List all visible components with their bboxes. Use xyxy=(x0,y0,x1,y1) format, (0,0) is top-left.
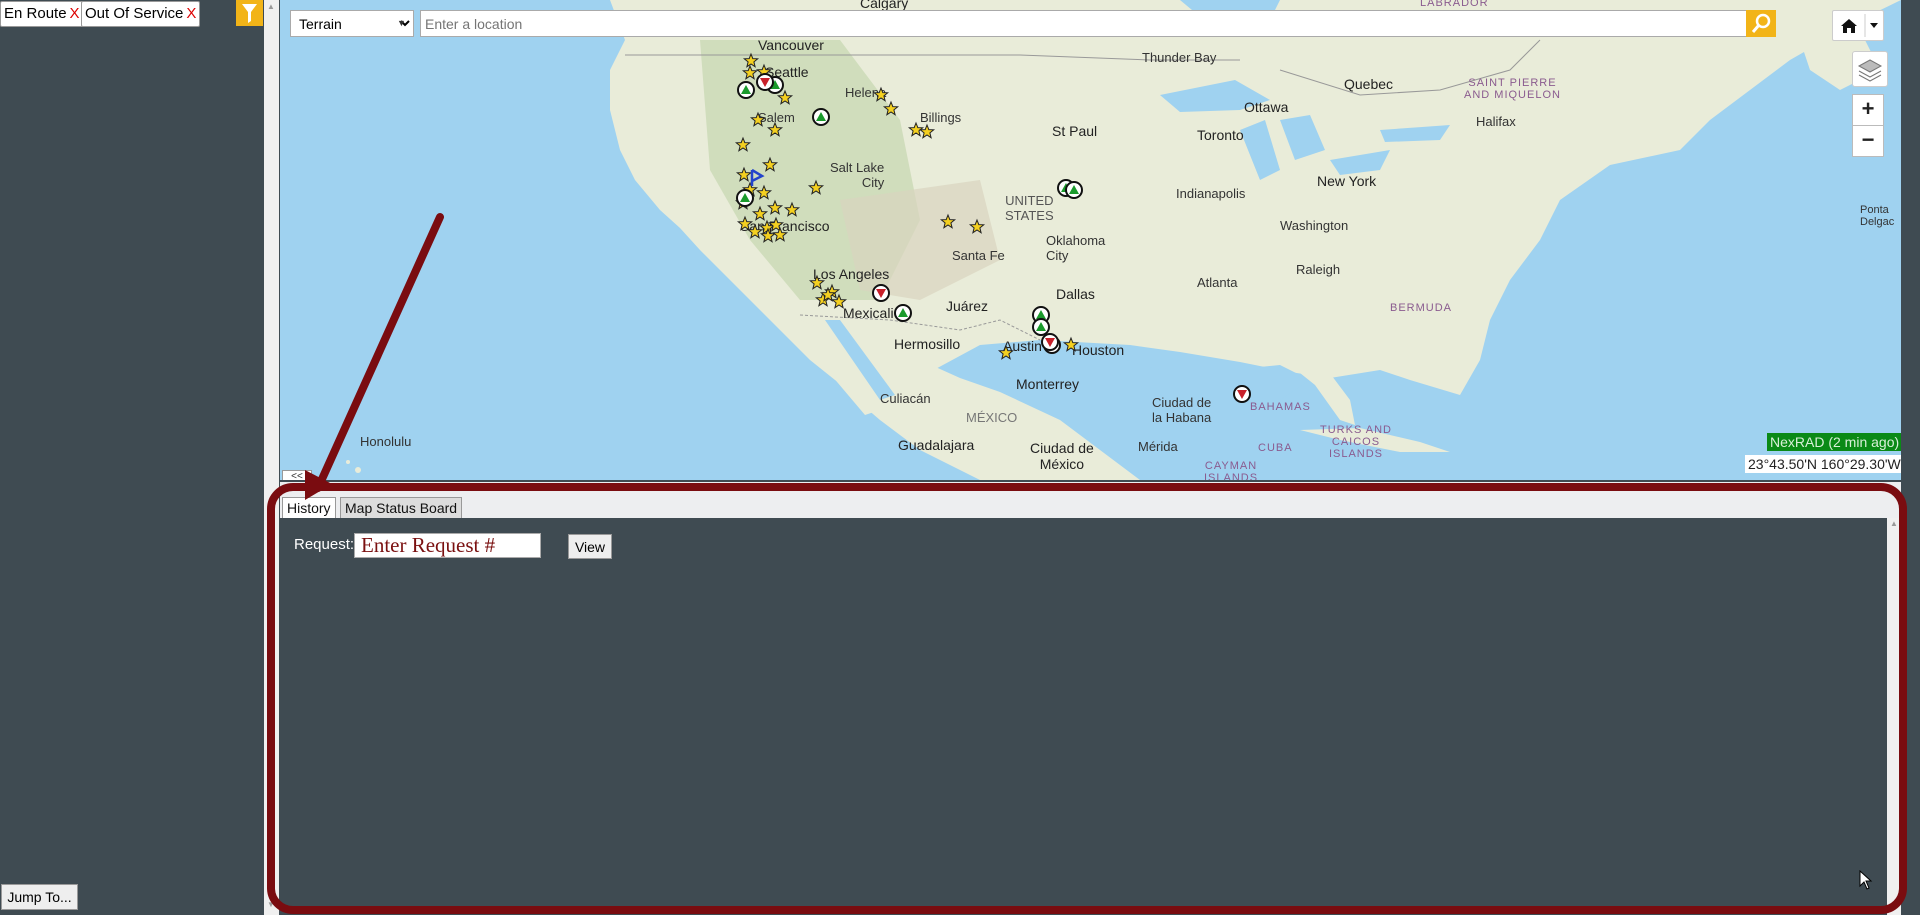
search-icon xyxy=(1751,13,1771,33)
filter-chip-out-of-service[interactable]: Out Of Service X xyxy=(81,1,201,27)
scroll-down-icon[interactable]: ▼ xyxy=(267,900,275,909)
scroll-up-icon[interactable]: ▲ xyxy=(1890,519,1898,528)
unit-available-marker-icon[interactable] xyxy=(736,189,754,207)
unit-star-marker-icon[interactable] xyxy=(776,89,794,105)
unit-star-marker-icon[interactable] xyxy=(751,205,769,221)
filter-chip-label: En Route xyxy=(4,5,67,22)
unit-star-marker-icon[interactable] xyxy=(742,52,760,68)
unit-markers-layer xyxy=(734,52,1251,403)
unit-star-marker-icon[interactable] xyxy=(783,201,801,217)
unit-star-marker-icon[interactable] xyxy=(872,86,890,102)
unit-out-of-service-marker-icon[interactable] xyxy=(756,73,774,91)
unit-star-marker-icon[interactable] xyxy=(736,215,754,231)
coordinate-readout: 23°43.50'N 160°29.30'W xyxy=(1745,455,1901,473)
layers-button[interactable] xyxy=(1852,51,1888,87)
request-label: Request: xyxy=(294,536,355,553)
home-button[interactable] xyxy=(1832,10,1884,41)
map-view[interactable]: Calgary Vancouver Seattle Salem Helena B… xyxy=(280,0,1901,480)
unit-star-marker-icon[interactable] xyxy=(918,123,936,139)
mouse-cursor-icon xyxy=(1859,870,1873,890)
zoom-out-button[interactable]: − xyxy=(1852,125,1884,157)
tab-map-status-board[interactable]: Map Status Board xyxy=(340,497,463,519)
unit-star-marker-icon[interactable] xyxy=(749,111,767,127)
filter-icon xyxy=(242,4,257,23)
home-icon xyxy=(1841,14,1878,37)
left-sidebar: En Route X Out Of Service X Jump To... xyxy=(0,0,263,915)
unit-star-marker-icon[interactable] xyxy=(771,226,789,242)
unit-star-marker-icon[interactable] xyxy=(766,121,784,137)
unit-star-marker-icon[interactable] xyxy=(755,184,773,200)
layers-icon xyxy=(1857,59,1883,82)
unit-available-marker-icon[interactable] xyxy=(894,304,912,322)
view-button[interactable]: View xyxy=(568,534,612,559)
remove-filter-icon[interactable]: X xyxy=(70,5,80,22)
jump-to-button[interactable]: Jump To... xyxy=(1,884,78,910)
unit-star-marker-icon[interactable] xyxy=(882,100,900,116)
unit-available-marker-icon[interactable] xyxy=(737,81,755,99)
unit-available-marker-icon[interactable] xyxy=(1032,318,1050,336)
filter-chip-label: Out Of Service xyxy=(85,5,184,22)
unit-out-of-service-marker-icon[interactable] xyxy=(1233,385,1251,403)
unit-star-marker-icon[interactable] xyxy=(766,199,784,215)
scroll-up-icon[interactable]: ▲ xyxy=(267,2,275,11)
chevron-down-icon: ▼ xyxy=(397,18,406,28)
unit-star-marker-icon[interactable] xyxy=(1062,336,1080,352)
map-type-select[interactable]: Terrain xyxy=(290,10,414,37)
scroll-down-icon[interactable]: ▼ xyxy=(1890,902,1898,911)
panel-scrollbar[interactable]: ▲ ▼ xyxy=(1887,518,1901,915)
unit-flag-marker-icon[interactable] xyxy=(750,168,765,186)
unit-star-marker-icon[interactable] xyxy=(997,344,1015,360)
unit-available-marker-icon[interactable] xyxy=(812,108,830,126)
nexrad-status: NexRAD (2 min ago) xyxy=(1767,433,1901,451)
request-number-input[interactable] xyxy=(354,533,541,558)
unit-star-marker-icon[interactable] xyxy=(968,218,986,234)
tab-history[interactable]: History xyxy=(282,497,336,519)
collapse-panel-button[interactable]: << xyxy=(282,470,312,480)
unit-star-marker-icon[interactable] xyxy=(734,136,752,152)
filter-button[interactable] xyxy=(236,0,263,26)
search-button[interactable] xyxy=(1746,10,1776,37)
unit-star-marker-icon[interactable] xyxy=(735,166,753,182)
remove-filter-icon[interactable]: X xyxy=(186,5,196,22)
unit-star-marker-icon[interactable] xyxy=(761,156,779,172)
unit-star-marker-icon[interactable] xyxy=(746,223,764,239)
unit-star-marker-icon[interactable] xyxy=(741,64,759,80)
unit-out-of-service-marker-icon[interactable] xyxy=(872,284,890,302)
location-search-input[interactable] xyxy=(420,10,1752,37)
unit-star-marker-icon[interactable] xyxy=(939,213,957,229)
unit-star-marker-icon[interactable] xyxy=(807,179,825,195)
unit-out-of-service-marker-icon[interactable] xyxy=(1041,333,1059,351)
filter-chip-en-route[interactable]: En Route X xyxy=(0,1,84,27)
unit-available-marker-icon[interactable] xyxy=(1065,181,1083,199)
sidebar-scrollbar[interactable]: ▲ ▼ xyxy=(264,0,279,915)
history-panel: Request: View xyxy=(280,518,1887,915)
unit-star-marker-icon[interactable] xyxy=(808,274,826,290)
bottom-panel: History Map Status Board Request: View ▲… xyxy=(280,482,1901,915)
zoom-in-button[interactable]: + xyxy=(1852,94,1884,126)
